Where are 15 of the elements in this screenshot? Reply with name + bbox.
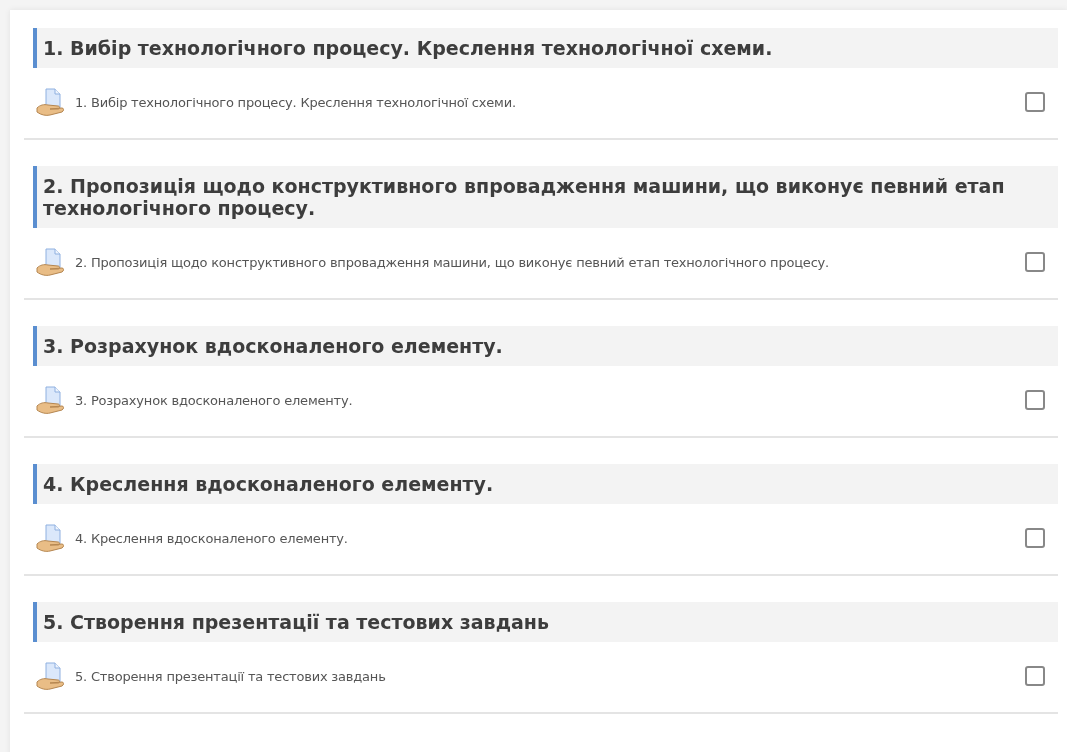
- section-heading: 5. Створення презентації та тестових завдань: [33, 602, 1058, 642]
- completion-checkbox[interactable]: [1025, 528, 1045, 548]
- completion-checkbox[interactable]: [1025, 252, 1045, 272]
- activity-link[interactable]: 1. Вибір технологічного процесу. Креслення технологічної схеми.: [75, 94, 1013, 110]
- completion-checkbox[interactable]: [1025, 92, 1045, 112]
- activity-link[interactable]: 3. Розрахунок вдосконаленого елементу.: [75, 392, 1013, 408]
- activity-link[interactable]: 2. Пропозиція щодо конструктивного впровадження машини, що виконує певний етап технологічного процесу.: [75, 254, 1013, 270]
- section-heading: 3. Розрахунок вдосконаленого елементу.: [33, 326, 1058, 366]
- completion-checkbox[interactable]: [1025, 390, 1045, 410]
- section-heading: 4. Креслення вдосконаленого елементу.: [33, 464, 1058, 504]
- section-heading: 2. Пропозиція щодо конструктивного впровадження машини, що виконує певний етап технологічного процесу.: [33, 166, 1058, 228]
- activity-link[interactable]: 5. Створення презентації та тестових завдань: [75, 668, 1013, 684]
- section-heading: 1. Вибір технологічного процесу. Креслення технологічної схеми.: [33, 28, 1058, 68]
- completion-checkbox[interactable]: [1025, 666, 1045, 686]
- activity-link[interactable]: 4. Креслення вдосконаленого елементу.: [75, 530, 1013, 546]
